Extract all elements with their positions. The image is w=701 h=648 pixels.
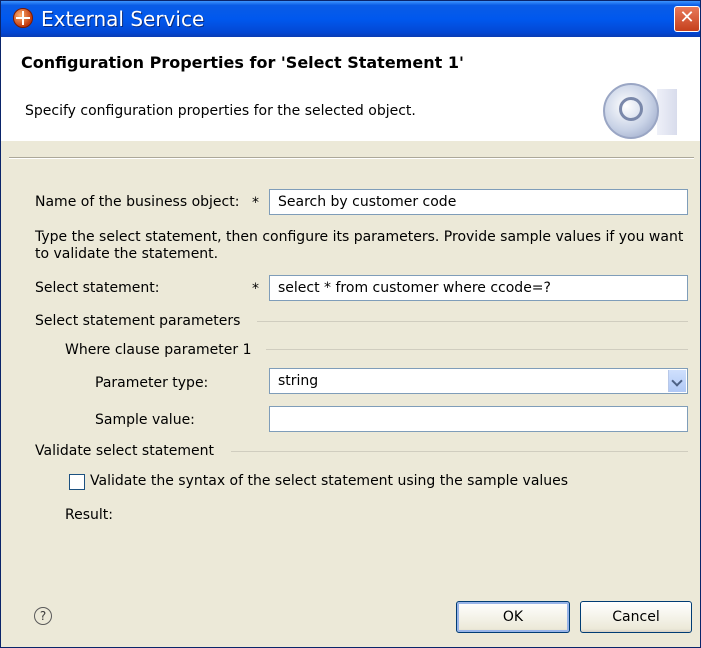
parameter-type-value: string xyxy=(278,373,319,389)
close-button[interactable]: ✕ xyxy=(674,6,700,32)
params-group-line xyxy=(257,321,688,322)
validate-syntax-checkbox[interactable] xyxy=(69,474,85,490)
ok-button[interactable]: OK xyxy=(456,601,570,633)
chevron-down-icon[interactable] xyxy=(668,370,686,392)
wizard-icon-ring xyxy=(619,97,643,121)
wizard-banner-stripe xyxy=(657,89,677,135)
sample-value-label: Sample value: xyxy=(95,412,195,428)
select-statement-input[interactable]: select * from customer where ccode=? xyxy=(269,275,688,301)
instructions-text: Type the select statement, then configur… xyxy=(35,229,684,262)
bo-name-input[interactable]: Search by customer code xyxy=(269,189,688,215)
validate-group-line xyxy=(231,451,688,452)
cancel-button[interactable]: Cancel xyxy=(580,601,692,633)
page-title: Configuration Properties for 'Select Sta… xyxy=(21,53,464,72)
bo-name-label: Name of the business object: xyxy=(35,194,240,210)
parameter-type-label: Parameter type: xyxy=(95,375,209,391)
window-title: External Service xyxy=(41,7,205,31)
params-group-title: Select statement parameters xyxy=(35,313,241,329)
required-marker: * xyxy=(252,281,259,297)
help-icon[interactable]: ? xyxy=(34,607,52,625)
required-marker: * xyxy=(252,195,259,211)
sample-value-input[interactable] xyxy=(269,406,688,432)
external-service-icon xyxy=(13,8,33,28)
where-clause-line xyxy=(266,349,688,350)
validate-group-title: Validate select statement xyxy=(35,443,214,459)
page-description: Specify configuration properties for the… xyxy=(25,103,416,119)
select-statement-label: Select statement: xyxy=(35,280,160,296)
wizard-banner-icon xyxy=(603,83,659,139)
title-bar[interactable]: External Service ✕ xyxy=(1,1,700,37)
result-label: Result: xyxy=(65,507,113,523)
validate-syntax-label[interactable]: Validate the syntax of the select statem… xyxy=(90,472,568,490)
header-divider xyxy=(9,157,694,159)
where-clause-title: Where clause parameter 1 xyxy=(65,342,252,358)
parameter-type-select[interactable]: string xyxy=(269,368,688,394)
dialog-window: External Service ✕ Configuration Propert… xyxy=(0,0,701,648)
